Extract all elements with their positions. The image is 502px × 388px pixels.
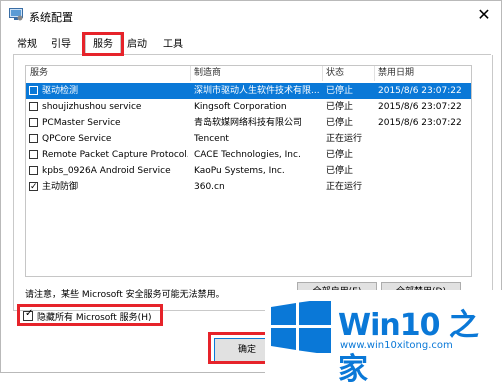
service-status: 已停止 [326, 86, 354, 96]
row-checkbox[interactable] [29, 86, 38, 95]
service-manufacturer: KaoPu Systems, Inc. [194, 166, 285, 176]
service-row[interactable]: PCMaster Service 青岛软媒网络科技有限公司 已停止 2015/8… [26, 115, 471, 131]
tab-label: 启动 [127, 39, 147, 50]
service-manufacturer: 深圳市驱动人生软件技术有限... [194, 86, 320, 96]
service-row[interactable]: Remote Packet Capture Protocol... CACE T… [26, 147, 471, 163]
security-note: 请注意，某些 Microsoft 安全服务可能无法禁用。 [25, 290, 225, 300]
service-row[interactable]: shoujizhushou service Kingsoft Corporati… [26, 99, 471, 115]
tab-general[interactable]: 常规 [13, 36, 41, 54]
service-status: 已停止 [326, 118, 354, 128]
service-disabled-date: 2015/8/6 23:07:22 [378, 102, 462, 112]
service-status: 已停止 [326, 150, 354, 160]
title-bar: 系统配置 ✕ [1, 1, 501, 31]
watermark-url: www.win10xitong.com [340, 340, 453, 351]
row-checkbox[interactable] [29, 118, 38, 127]
service-name: kpbs_0926A Android Service [42, 166, 171, 176]
service-row[interactable]: QPCore Service Tencent 正在运行 [26, 131, 471, 147]
service-name: QPCore Service [42, 134, 112, 144]
service-status: 正在运行 [326, 134, 363, 144]
window-title: 系统配置 [29, 11, 73, 24]
close-icon: ✕ [477, 5, 491, 24]
checkmark-icon: ✓ [30, 182, 38, 192]
close-button[interactable]: ✕ [473, 5, 495, 25]
column-divider[interactable] [374, 66, 375, 81]
row-checkbox[interactable] [29, 102, 38, 111]
service-manufacturer: 青岛软媒网络科技有限公司 [194, 118, 303, 128]
column-divider[interactable] [190, 66, 191, 81]
service-name: shoujizhushou service [42, 102, 142, 112]
row-checkbox[interactable] [29, 166, 38, 175]
service-row[interactable]: 驱动检测 深圳市驱动人生软件技术有限... 已停止 2015/8/6 23:07… [26, 83, 471, 99]
tab-boot[interactable]: 引导 [47, 36, 75, 54]
service-row[interactable]: kpbs_0926A Android Service KaoPu Systems… [26, 163, 471, 179]
windows-logo-icon [271, 301, 331, 353]
system-config-icon [9, 8, 23, 21]
services-list[interactable]: 服务 制造商 状态 禁用日期 驱动检测 深圳市驱动人生软件技术有限... 已停止… [25, 65, 472, 277]
column-header-status[interactable]: 状态 [326, 66, 344, 81]
row-checkbox[interactable] [29, 150, 38, 159]
service-manufacturer: CACE Technologies, Inc. [194, 150, 301, 160]
service-name: 驱动检测 [42, 86, 79, 96]
column-divider[interactable] [322, 66, 323, 81]
tab-label: 引导 [51, 39, 71, 50]
row-checkbox[interactable] [29, 134, 38, 143]
column-header-disabled-date[interactable]: 禁用日期 [378, 66, 414, 81]
row-checkbox[interactable]: ✓ [29, 182, 38, 192]
service-manufacturer: Tencent [194, 134, 229, 144]
highlight-box-hide-microsoft [17, 304, 163, 326]
column-header-manufacturer[interactable]: 制造商 [194, 66, 221, 81]
tab-label: 工具 [163, 39, 183, 50]
service-manufacturer: Kingsoft Corporation [194, 102, 287, 112]
service-name: Remote Packet Capture Protocol... [42, 150, 188, 160]
service-name: 主动防御 [42, 182, 79, 192]
tab-startup[interactable]: 启动 [123, 36, 151, 54]
service-status: 正在运行 [326, 182, 363, 192]
tab-tools[interactable]: 工具 [159, 36, 187, 54]
column-header-service[interactable]: 服务 [30, 66, 48, 81]
service-disabled-date: 2015/8/6 23:07:22 [378, 118, 462, 128]
service-status: 已停止 [326, 102, 354, 112]
highlight-box-services-tab [82, 32, 124, 56]
service-manufacturer: 360.cn [194, 182, 225, 192]
service-status: 已停止 [326, 166, 354, 176]
tab-label: 常规 [17, 39, 37, 50]
service-name: PCMaster Service [42, 118, 121, 128]
service-disabled-date: 2015/8/6 23:07:22 [378, 86, 462, 96]
service-row[interactable]: ✓ 主动防御 360.cn 正在运行 [26, 179, 471, 195]
